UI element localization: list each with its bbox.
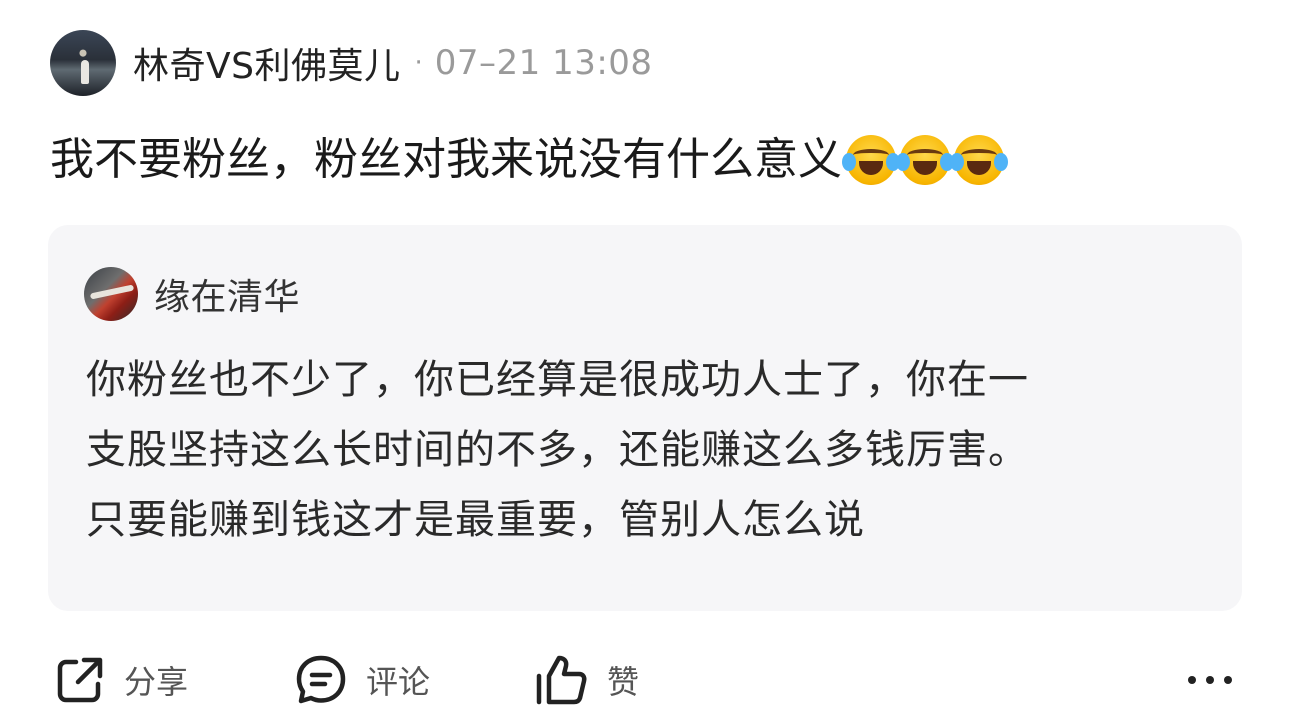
quoted-reply-card[interactable]: 缘在清华 你粉丝也不少了，你已经算是很成功人士了，你在一 支股坚持这么长时间的不… — [48, 225, 1242, 611]
quote-line: 只要能赚到钱这才是最重要，管别人怎么说 — [86, 497, 865, 543]
comment-label: 评论 — [366, 663, 431, 701]
separator-dot: · — [414, 48, 423, 78]
quote-line: 支股坚持这么长时间的不多，还能赚这么多钱厉害。 — [86, 427, 1029, 473]
avatar-stripe — [89, 284, 135, 300]
action-bar: 分享 评论 赞 — [50, 650, 1240, 710]
share-icon — [57, 657, 103, 703]
like-label: 赞 — [607, 663, 640, 701]
laughing-crying-emoji-icon — [950, 135, 1008, 185]
comment-button[interactable]: 评论 — [294, 650, 430, 710]
post-content: 我不要粉丝，粉丝对我来说没有什么意义 — [50, 130, 1008, 190]
quote-text: 你粉丝也不少了，你已经算是很成功人士了，你在一 支股坚持这么长时间的不多，还能赚… — [86, 345, 1206, 555]
like-button[interactable]: 赞 — [533, 650, 639, 710]
laughing-crying-emoji-icon — [842, 135, 900, 185]
avatar-figure — [81, 60, 89, 84]
author-avatar[interactable] — [50, 30, 116, 96]
more-dot-icon — [1224, 676, 1232, 684]
more-options-button[interactable] — [1188, 665, 1232, 695]
post-text: 我不要粉丝，粉丝对我来说没有什么意义 — [50, 134, 842, 185]
more-dot-icon — [1188, 676, 1196, 684]
post-card: 林奇VS利佛莫儿 · 07–21 13:08 我不要粉丝，粉丝对我来说没有什么意… — [0, 0, 1290, 723]
share-button[interactable]: 分享 — [54, 650, 188, 710]
quote-line: 你粉丝也不少了，你已经算是很成功人士了，你在一 — [86, 357, 1029, 403]
quote-header: 缘在清华 — [84, 267, 300, 321]
author-name[interactable]: 林奇VS利佛莫儿 — [133, 37, 400, 89]
thumbs-up-icon — [536, 655, 587, 705]
more-dot-icon — [1206, 676, 1214, 684]
quote-author-avatar[interactable] — [84, 267, 138, 321]
comment-icon — [296, 655, 346, 704]
post-timestamp: 07–21 13:08 — [434, 43, 653, 83]
laughing-crying-emoji-icon — [896, 135, 954, 185]
post-header: 林奇VS利佛莫儿 · 07–21 13:08 — [50, 30, 653, 96]
share-label: 分享 — [124, 663, 189, 701]
quote-author-name[interactable]: 缘在清华 — [154, 268, 300, 320]
